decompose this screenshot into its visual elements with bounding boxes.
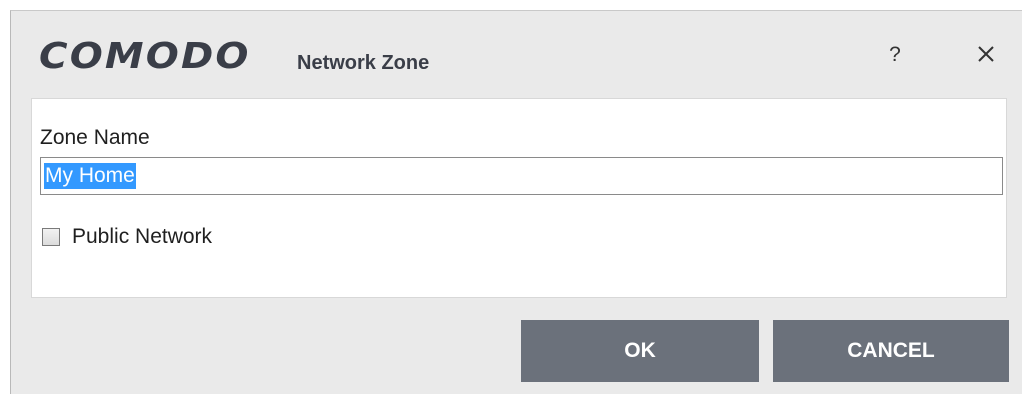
close-icon [978, 46, 994, 62]
ok-button[interactable]: OK [521, 320, 759, 382]
cancel-button[interactable]: CANCEL [773, 320, 1009, 382]
zone-name-value[interactable]: My Home [44, 163, 136, 189]
zone-settings-panel: Zone Name My Home Public Network [31, 98, 1007, 298]
public-network-label[interactable]: Public Network [72, 223, 212, 251]
close-button[interactable] [969, 37, 1003, 71]
title-bar: COMODO Network Zone ? [11, 11, 1022, 95]
zone-name-label: Zone Name [40, 126, 150, 149]
network-zone-dialog: COMODO Network Zone ? Zone Name My Home … [10, 10, 1022, 394]
comodo-logo: COMODO [39, 36, 251, 77]
dialog-title: Network Zone [297, 52, 430, 74]
public-network-checkbox[interactable] [42, 228, 60, 246]
help-button[interactable]: ? [883, 41, 907, 69]
zone-name-input[interactable]: My Home [40, 157, 1003, 195]
